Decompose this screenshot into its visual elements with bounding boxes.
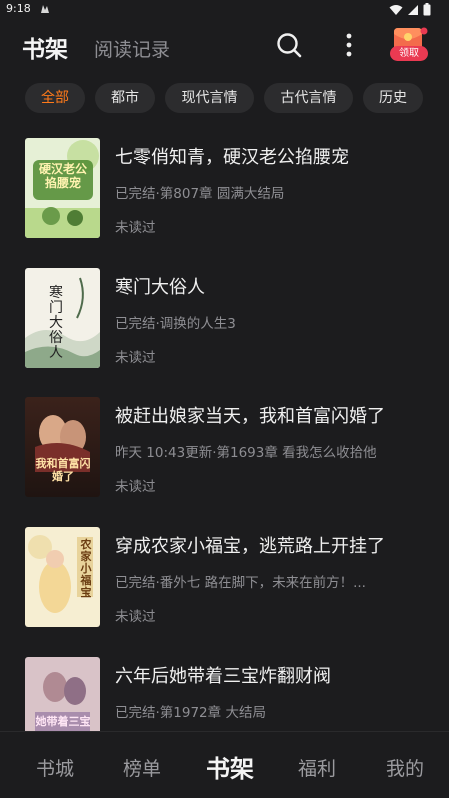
cover-title-art: 农家小福宝 [80, 538, 92, 599]
book-cover[interactable]: 寒门大俗人 [25, 268, 100, 368]
status-icons [389, 3, 431, 16]
book-title: 穿成农家小福宝，逃荒路上开挂了 [115, 536, 385, 557]
signal-icon [408, 4, 418, 15]
filter-chip-modern-romance[interactable]: 现代言情 [165, 83, 254, 113]
more-options-icon[interactable] [337, 31, 361, 59]
bookshelf-screen: 9:18 书架 阅读记录 领取 全部 都市 现代言情 古代言情 历史 硬汉老公掐… [0, 0, 449, 798]
filter-chip-urban[interactable]: 都市 [95, 83, 155, 113]
status-bar: 9:18 [0, 0, 449, 20]
read-status: 未读过 [115, 220, 156, 236]
wifi-icon [389, 4, 403, 15]
read-status: 未读过 [115, 609, 156, 625]
book-cover[interactable]: 我和首富闪婚了 [25, 397, 100, 497]
top-header: 书架 阅读记录 领取 [0, 20, 449, 74]
tab-bookshelf[interactable]: 书架 [22, 30, 68, 64]
nav-rankings[interactable]: 榜单 [123, 754, 161, 781]
notification-icon [41, 5, 49, 13]
book-item[interactable]: 我和首富闪婚了 被赶出娘家当天，我和首富闪婚了 昨天 10:43更新·第1693… [0, 397, 449, 507]
cover-title-art: 寒门大俗人 [49, 285, 63, 361]
battery-icon [423, 3, 431, 16]
book-update-info: 已完结·第1972章 大结局 [115, 705, 266, 721]
category-filter-bar: 全部 都市 现代言情 古代言情 历史 [0, 83, 449, 113]
nav-bookstore[interactable]: 书城 [36, 754, 74, 781]
book-title: 七零俏知青，硬汉老公掐腰宠 [115, 147, 349, 168]
gift-label: 领取 [390, 46, 428, 61]
book-cover[interactable]: 硬汉老公掐腰宠 [25, 138, 100, 238]
search-icon[interactable] [275, 31, 303, 59]
book-cover[interactable]: 农家小福宝 [25, 527, 100, 627]
filter-chip-all[interactable]: 全部 [25, 83, 85, 113]
gift-reward-button[interactable]: 领取 [388, 26, 430, 64]
book-item[interactable]: 寒门大俗人 寒门大俗人 已完结·调换的人生3 未读过 [0, 268, 449, 378]
tab-reading-history[interactable]: 阅读记录 [94, 35, 170, 62]
read-status: 未读过 [115, 479, 156, 495]
nav-benefits[interactable]: 福利 [298, 754, 336, 781]
book-update-info: 已完结·番外七 路在脚下，未来在前方！... [115, 575, 366, 591]
book-title: 六年后她带着三宝炸翻财阀 [115, 666, 331, 687]
cover-title-art: 硬汉老公掐腰宠 [38, 162, 87, 190]
book-item[interactable]: 农家小福宝 穿成农家小福宝，逃荒路上开挂了 已完结·番外七 路在脚下，未来在前方… [0, 527, 449, 637]
book-title: 寒门大俗人 [115, 277, 205, 298]
filter-chip-ancient-romance[interactable]: 古代言情 [264, 83, 353, 113]
nav-profile[interactable]: 我的 [386, 754, 424, 781]
bottom-navigation: 书城 榜单 书架 福利 我的 [0, 731, 449, 798]
cover-title-art: 我和首富闪婚了 [35, 457, 91, 483]
nav-bookshelf[interactable]: 书架 [206, 749, 254, 784]
cover-title-art: 她带着三宝 [35, 715, 91, 728]
filter-chip-history[interactable]: 历史 [363, 83, 423, 113]
status-time: 9:18 [6, 2, 31, 15]
book-update-info: 已完结·第807章 圆满大结局 [115, 186, 285, 202]
book-title: 被赶出娘家当天，我和首富闪婚了 [115, 406, 385, 427]
book-update-info: 昨天 10:43更新·第1693章 看我怎么收拾他 [115, 445, 377, 461]
book-update-info: 已完结·调换的人生3 [115, 316, 236, 332]
read-status: 未读过 [115, 350, 156, 366]
book-item[interactable]: 硬汉老公掐腰宠 七零俏知青，硬汉老公掐腰宠 已完结·第807章 圆满大结局 未读… [0, 138, 449, 248]
